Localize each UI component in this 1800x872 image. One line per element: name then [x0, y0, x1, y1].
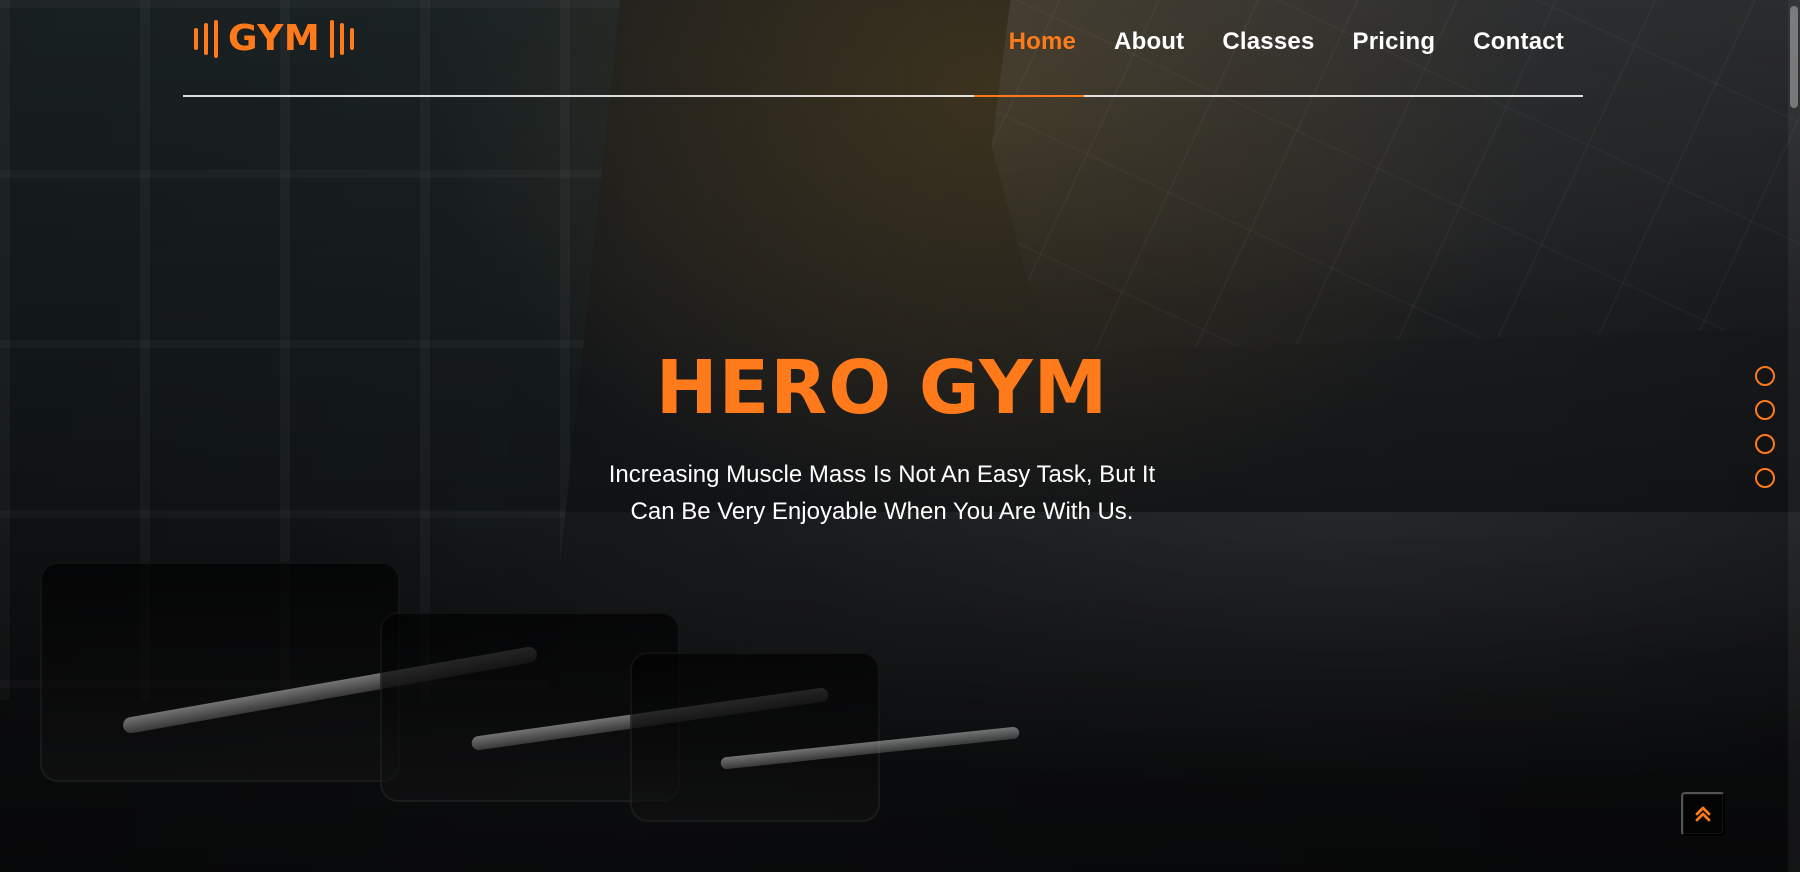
nav-classes[interactable]: Classes — [1222, 22, 1314, 62]
section-dot-3[interactable] — [1755, 434, 1775, 454]
active-nav-underline — [974, 95, 1084, 97]
main-nav: Home About Classes Pricing Contact — [1009, 22, 1564, 62]
nav-home[interactable]: Home — [1009, 22, 1076, 62]
section-dots — [1755, 366, 1775, 488]
nav-pricing[interactable]: Pricing — [1353, 22, 1436, 62]
treadmill-machine — [40, 562, 400, 782]
logo-text: GYM — [228, 18, 321, 59]
site-logo[interactable]: GYM — [194, 18, 355, 59]
hero-section: HERO GYM Increasing Muscle Mass Is Not A… — [0, 345, 1800, 530]
bars-icon — [330, 19, 355, 59]
hero-title: HERO GYM — [655, 345, 1109, 431]
page-scrollbar[interactable] — [1788, 0, 1800, 872]
hero-subtitle-line-1: Increasing Muscle Mass Is Not An Easy Ta… — [608, 460, 1156, 488]
hero-subtitle: Increasing Muscle Mass Is Not An Easy Ta… — [562, 456, 1202, 530]
section-dot-2[interactable] — [1755, 400, 1775, 420]
double-chevron-up-icon — [1691, 801, 1715, 828]
bars-icon — [194, 19, 218, 59]
nav-about[interactable]: About — [1114, 22, 1184, 62]
nav-contact[interactable]: Contact — [1473, 22, 1564, 62]
section-dot-4[interactable] — [1755, 468, 1775, 488]
site-header: GYM Home About Classes Pricing Contact — [183, 14, 1583, 97]
treadmill-machine — [630, 652, 880, 822]
scrollbar-thumb[interactable] — [1790, 6, 1798, 108]
scroll-to-top-button[interactable] — [1681, 792, 1725, 836]
header-divider — [183, 95, 1583, 97]
page: GYM Home About Classes Pricing Contact H… — [0, 0, 1800, 872]
hero-subtitle-line-2: Can Be Very Enjoyable When You Are With … — [630, 497, 1134, 525]
section-dot-1[interactable] — [1755, 366, 1775, 386]
